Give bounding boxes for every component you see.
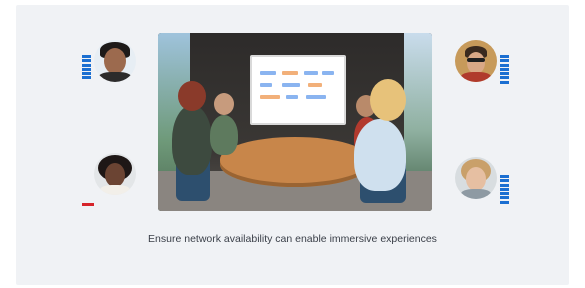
vr-avatar-front-right-head — [370, 79, 406, 121]
participant-avatar-bottom-left — [94, 153, 136, 195]
meeting-table — [220, 137, 370, 187]
virtual-whiteboard — [250, 55, 346, 125]
vr-meeting-scene-image — [158, 33, 432, 211]
signal-strength-meter-top-right — [500, 55, 509, 85]
signal-strength-meter-top-left — [82, 55, 91, 81]
muted-indicator-bottom-left — [82, 203, 94, 206]
participant-avatar-bottom-right — [455, 157, 497, 199]
vr-avatar-presenter — [210, 115, 238, 155]
participant-avatar-top-right — [455, 40, 497, 82]
participant-avatar-top-left — [94, 40, 136, 82]
vr-avatar-front-right — [354, 119, 406, 191]
signal-strength-meter-bottom-right — [500, 175, 509, 205]
vr-avatar-presenter-head — [214, 93, 234, 115]
caption-text: Ensure network availability can enable i… — [148, 233, 437, 245]
vr-avatar-left — [172, 105, 212, 175]
vr-avatar-left-head — [178, 81, 206, 111]
